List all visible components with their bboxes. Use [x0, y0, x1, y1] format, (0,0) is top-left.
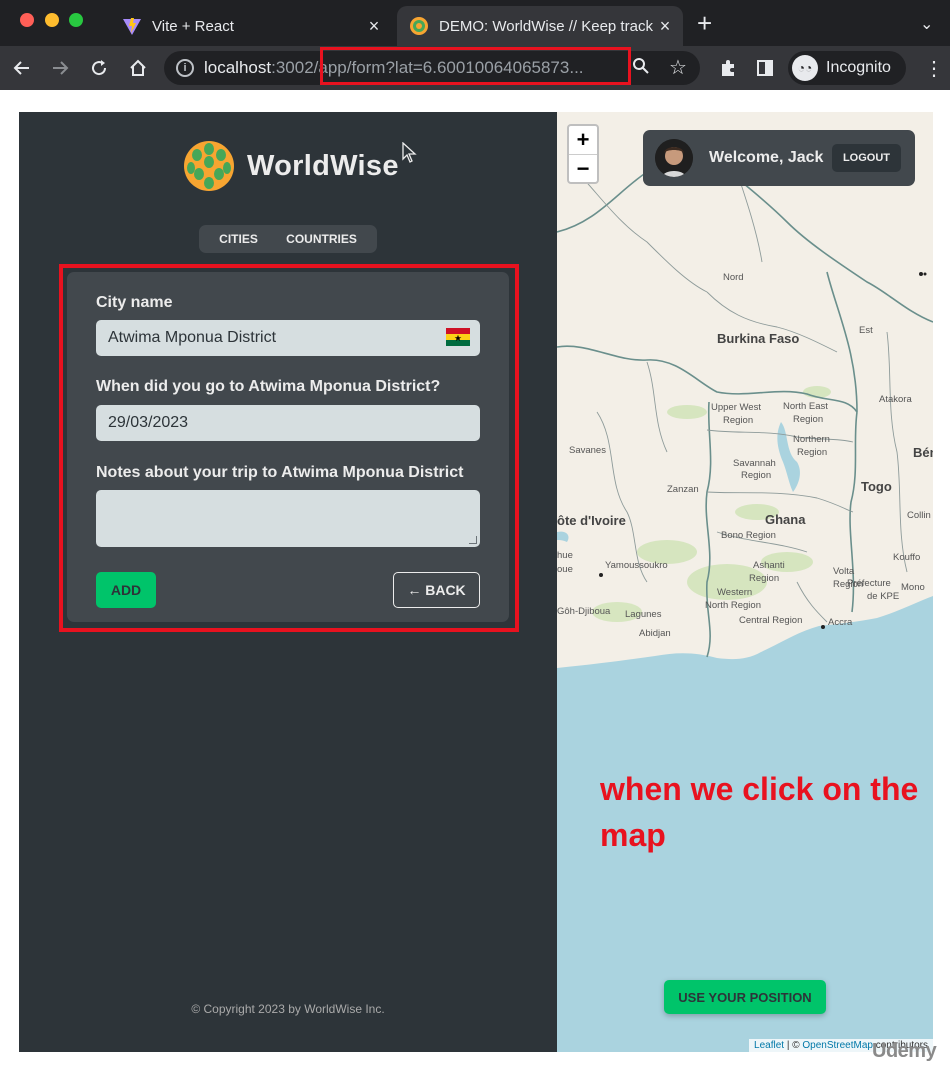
map-label: Gôh-Djiboua	[557, 606, 611, 617]
nav-cities[interactable]: CITIES	[219, 232, 258, 246]
tab-close-icon[interactable]: ×	[362, 16, 386, 37]
form-highlight-box	[59, 264, 519, 632]
avatar	[655, 139, 693, 177]
map-label: Region	[793, 414, 824, 425]
map-label: Est	[859, 325, 873, 336]
browser-menu-icon[interactable]: ⋮	[924, 46, 944, 90]
profile-label: Incognito	[826, 59, 891, 76]
bookmark-star-icon[interactable]: ☆	[669, 55, 687, 80]
new-tab-button[interactable]: +	[697, 10, 712, 36]
use-position-button[interactable]: USE YOUR POSITION	[664, 980, 826, 1014]
map-label: Central Region	[739, 615, 803, 626]
maximize-window-button[interactable]	[69, 13, 83, 27]
close-window-button[interactable]	[20, 13, 34, 27]
zoom-out-button[interactable]: −	[569, 155, 597, 183]
zoom-magnifier-icon[interactable]	[632, 57, 650, 80]
mouse-cursor-icon	[402, 141, 418, 170]
logo[interactable]: WorldWise	[183, 140, 399, 192]
map-label-country: Burkina Faso	[717, 331, 800, 346]
map-label-country: Bén	[913, 445, 933, 460]
map-label: Lagunes	[625, 609, 662, 620]
map-label: Ashanti	[753, 560, 785, 571]
nav-countries[interactable]: COUNTRIES	[286, 232, 357, 246]
back-arrow-icon[interactable]	[6, 46, 38, 90]
map-label: de KPE	[867, 591, 900, 602]
url-highlight-box	[320, 47, 631, 85]
map-label: Volta	[833, 566, 855, 577]
url-host: localhost	[204, 58, 272, 77]
browser-toolbar: i localhost:3002/app/form?lat=6.60010064…	[0, 46, 950, 90]
map-label-city: Abidjan	[639, 628, 671, 639]
home-icon[interactable]	[122, 46, 154, 90]
udemy-watermark: Udemy	[872, 1040, 937, 1062]
tab-title: Vite + React	[152, 17, 234, 35]
map-label: Region	[723, 415, 754, 426]
attribution-sep: | ©	[784, 1040, 803, 1051]
reload-icon[interactable]	[83, 46, 115, 90]
map-label: Savannah	[733, 458, 776, 469]
map-label: Préfecture	[847, 578, 891, 589]
tab-vite-react[interactable]: Vite + React ×	[110, 6, 392, 46]
tab-worldwise[interactable]: DEMO: WorldWise // Keep track ×	[397, 6, 683, 46]
incognito-icon: ◔◔	[792, 55, 818, 81]
map-label-city: Accra	[828, 617, 853, 628]
map-label-country: Togo	[861, 479, 892, 494]
osm-link[interactable]: OpenStreetMap	[802, 1040, 873, 1051]
map-label: Zanzan	[667, 484, 699, 495]
logo-text: WorldWise	[247, 149, 399, 182]
map-label: Collin	[907, 510, 931, 521]
tab-search-chevron-icon[interactable]: ⌄	[920, 14, 933, 34]
map-label: North East	[783, 401, 828, 412]
map-label: Mono	[901, 582, 925, 593]
copyright: © Copyright 2023 by WorldWise Inc.	[191, 1002, 385, 1016]
map-label: Bono Region	[721, 530, 776, 541]
leaflet-link[interactable]: Leaflet	[754, 1040, 784, 1051]
map-label: Region	[797, 447, 828, 458]
worldwise-logo-icon	[184, 141, 234, 191]
map-label: hue	[557, 550, 573, 561]
tab-title: DEMO: WorldWise // Keep track	[439, 17, 653, 35]
map-label: Upper West	[711, 402, 761, 413]
worldwise-favicon-icon	[410, 17, 428, 35]
map[interactable]: Nord Est Burkina Faso Atakora Upper West…	[557, 112, 933, 1052]
minimize-window-button[interactable]	[45, 13, 59, 27]
map-label-country: Ghana	[765, 512, 806, 527]
map-label: North Region	[705, 600, 761, 611]
side-panel-icon[interactable]	[756, 46, 774, 90]
app-layout: WorldWise CITIES COUNTRIES City name Atw…	[19, 112, 933, 1052]
user-card: Welcome, Jack LOGOUT	[643, 130, 915, 186]
annotation-text: when we click on the map	[600, 771, 919, 853]
map-label: Atakora	[879, 394, 912, 405]
map-label: Western	[717, 587, 753, 598]
vite-logo-icon	[123, 18, 141, 35]
incognito-profile-button[interactable]: ◔◔ Incognito	[788, 51, 906, 85]
map-label: Region	[749, 573, 780, 584]
logout-button[interactable]: LOGOUT	[831, 144, 901, 172]
map-label: oue	[557, 564, 573, 575]
map-label: Northern	[793, 434, 830, 445]
map-label: Nord	[723, 272, 744, 283]
url-port: :3002	[271, 58, 314, 77]
map-label: Savanes	[569, 445, 606, 456]
map-label: Yamoussoukro	[605, 560, 668, 571]
app-nav: CITIES COUNTRIES	[199, 225, 377, 253]
map-label: Kouffo	[893, 552, 921, 563]
sidebar: WorldWise CITIES COUNTRIES City name Atw…	[19, 112, 557, 1052]
zoom-control: + −	[567, 124, 599, 184]
site-info-icon[interactable]: i	[176, 59, 194, 77]
welcome-text: Welcome, Jack	[709, 149, 824, 166]
extensions-puzzle-icon[interactable]	[718, 46, 738, 90]
forward-arrow-icon[interactable]	[44, 46, 76, 90]
tab-close-icon[interactable]: ×	[653, 16, 677, 37]
browser-tab-bar: Vite + React × DEMO: WorldWise // Keep t…	[0, 0, 950, 46]
map-label-country: ôte d'Ivoire	[557, 513, 626, 528]
zoom-in-button[interactable]: +	[569, 126, 597, 154]
map-label: Region	[741, 470, 772, 481]
